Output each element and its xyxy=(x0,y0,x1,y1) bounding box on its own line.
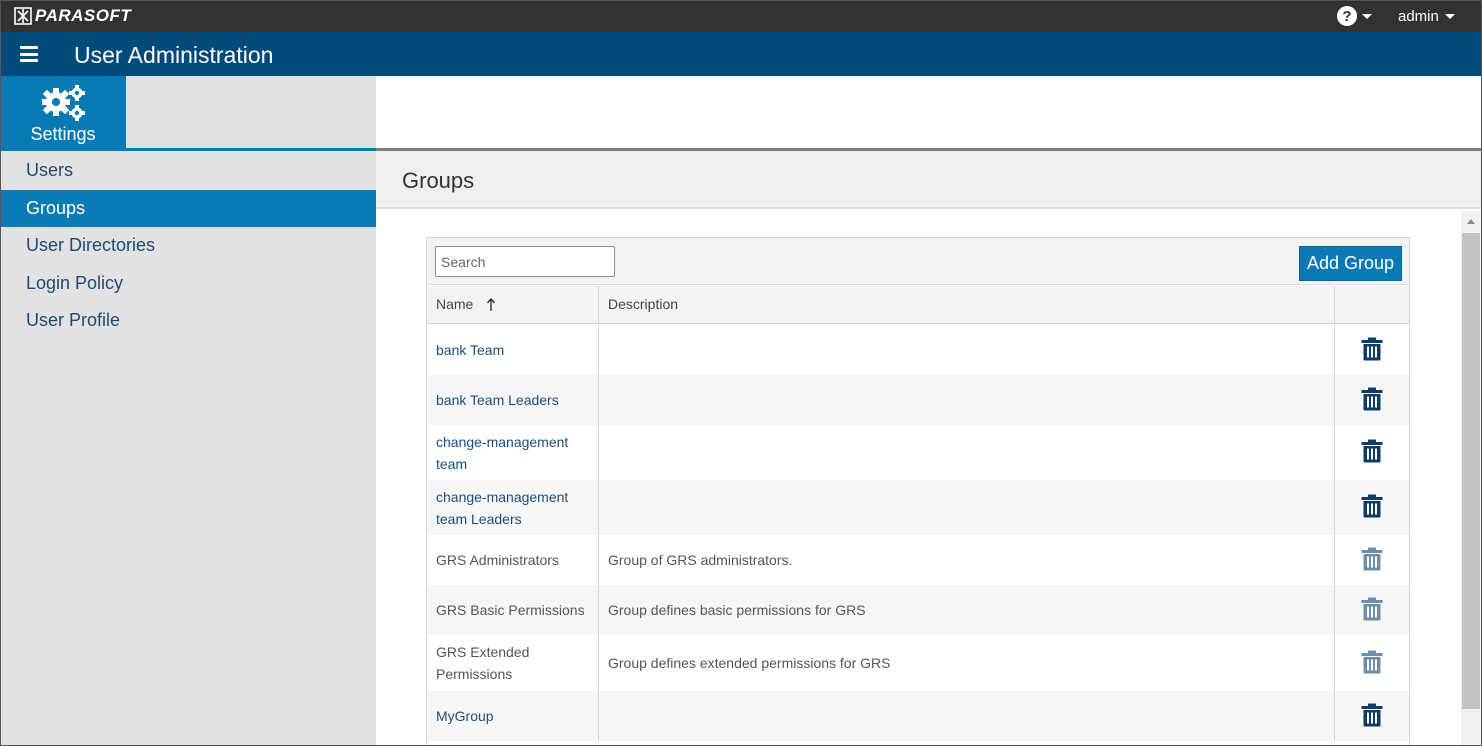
sidebar-item-users[interactable]: Users xyxy=(0,152,376,190)
groups-toolbar: Add Group xyxy=(427,238,1409,285)
group-name-cell: bank Team Leaders xyxy=(427,375,599,425)
group-actions-cell xyxy=(1335,375,1409,425)
settings-tile[interactable]: Settings xyxy=(0,76,126,148)
section-header: Groups xyxy=(376,151,1482,209)
column-header-name[interactable]: Name xyxy=(427,286,599,324)
sidebar-item-user-directories[interactable]: User Directories xyxy=(0,227,376,265)
sidebar-nav: Users Groups User Directories Login Policy U… xyxy=(0,152,376,340)
column-header-actions xyxy=(1335,286,1409,324)
section-title: Groups xyxy=(402,168,475,193)
group-name: GRS Administrators xyxy=(436,552,559,568)
sort-ascending-icon xyxy=(486,297,496,311)
group-description-cell: Group of GRS administrators. xyxy=(599,535,1335,585)
group-actions-cell xyxy=(1335,535,1409,585)
sidebar-item-login-policy[interactable]: Login Policy xyxy=(0,265,376,303)
gears-icon xyxy=(42,85,85,121)
column-header-description: Description xyxy=(599,286,1335,324)
trash-icon xyxy=(1361,547,1383,574)
group-actions-cell xyxy=(1335,480,1409,535)
table-row: GRS Basic Permissions Group defines basic… xyxy=(427,585,1409,635)
group-actions-cell xyxy=(1335,585,1409,635)
group-description-cell xyxy=(599,691,1335,741)
group-description-cell: Group defines basic permissions for GRS xyxy=(599,585,1335,635)
trash-icon[interactable] xyxy=(1361,703,1383,730)
table-row: bank Team Leaders xyxy=(427,375,1409,425)
sidebar-item-groups[interactable]: Groups xyxy=(0,189,376,227)
group-name-cell: MyGroup xyxy=(427,691,599,741)
group-name-link[interactable]: change-management team xyxy=(436,431,589,475)
table-row: MyGroup xyxy=(427,691,1409,741)
group-name: GRS Basic Permissions xyxy=(436,602,585,618)
group-name-link[interactable]: bank Team xyxy=(436,339,504,361)
parasoft-logo-icon xyxy=(14,7,32,25)
vertical-scrollbar[interactable] xyxy=(1461,211,1481,746)
search-input[interactable] xyxy=(435,246,615,277)
table-row: change-management team Leaders xyxy=(427,480,1409,535)
page-title: User Administration xyxy=(74,42,274,68)
groups-panel: Add Group Name Description bank Teambank… xyxy=(426,237,1410,746)
group-name-cell: change-management team Leaders xyxy=(427,480,599,535)
trash-icon[interactable] xyxy=(1361,439,1383,466)
add-group-button[interactable]: Add Group xyxy=(1299,246,1402,281)
table-row: change-management team xyxy=(427,425,1409,480)
sidebar: Settings Users Groups User Directories Logi… xyxy=(0,76,376,746)
table-row: bank Team xyxy=(427,325,1409,375)
brand-name: PARASOFT xyxy=(35,6,132,25)
scroll-up-icon[interactable] xyxy=(1467,219,1475,224)
group-name-link[interactable]: MyGroup xyxy=(436,705,494,727)
group-name-cell: change-management team xyxy=(427,425,599,480)
group-name-cell: GRS Extended Permissions xyxy=(427,635,599,691)
table-header: Name Description xyxy=(427,286,1409,324)
user-menu[interactable]: admin xyxy=(1398,8,1455,25)
hamburger-menu-icon[interactable] xyxy=(20,46,38,62)
trash-icon[interactable] xyxy=(1361,387,1383,414)
group-description-cell xyxy=(599,375,1335,425)
group-name: GRS Extended Permissions xyxy=(436,644,530,682)
title-bar: User Administration xyxy=(0,32,1482,76)
chevron-down-icon xyxy=(1362,13,1372,19)
group-name-link[interactable]: bank Team Leaders xyxy=(436,389,559,411)
table-body: bank Team bank Team Leaders change-managem… xyxy=(427,325,1409,741)
parasoft-logo[interactable]: PARASOFT xyxy=(14,6,131,26)
table-row: GRS Extended Permissions Group defines ex… xyxy=(427,635,1409,691)
group-description-cell xyxy=(599,325,1335,375)
trash-icon[interactable] xyxy=(1361,494,1383,521)
username: admin xyxy=(1398,8,1439,25)
help-menu[interactable]: ? xyxy=(1337,6,1372,26)
group-actions-cell xyxy=(1335,635,1409,691)
trash-icon xyxy=(1361,650,1383,677)
sidebar-item-user-profile[interactable]: User Profile xyxy=(0,302,376,340)
group-actions-cell xyxy=(1335,325,1409,375)
group-name-link[interactable]: change-management team Leaders xyxy=(436,486,589,530)
group-name-cell: bank Team xyxy=(427,325,599,375)
trash-icon[interactable] xyxy=(1361,337,1383,364)
group-actions-cell xyxy=(1335,691,1409,741)
sidebar-divider xyxy=(0,148,376,151)
group-name-cell: GRS Basic Permissions xyxy=(427,585,599,635)
help-icon: ? xyxy=(1337,6,1357,26)
group-actions-cell xyxy=(1335,425,1409,480)
table-row: GRS Administrators Group of GRS administr… xyxy=(427,535,1409,585)
column-header-name-label: Name xyxy=(436,296,474,312)
chevron-down-icon xyxy=(1444,14,1455,19)
trash-icon xyxy=(1361,597,1383,624)
group-description-cell xyxy=(599,480,1335,535)
group-description-cell: Group defines extended permissions for G… xyxy=(599,635,1335,691)
group-description-cell xyxy=(599,425,1335,480)
settings-label: Settings xyxy=(30,124,96,144)
top-bar: PARASOFT ? admin xyxy=(0,0,1482,32)
group-name-cell: GRS Administrators xyxy=(427,535,599,585)
scrollbar-thumb[interactable] xyxy=(1462,233,1480,709)
main-header-area xyxy=(376,76,1482,148)
